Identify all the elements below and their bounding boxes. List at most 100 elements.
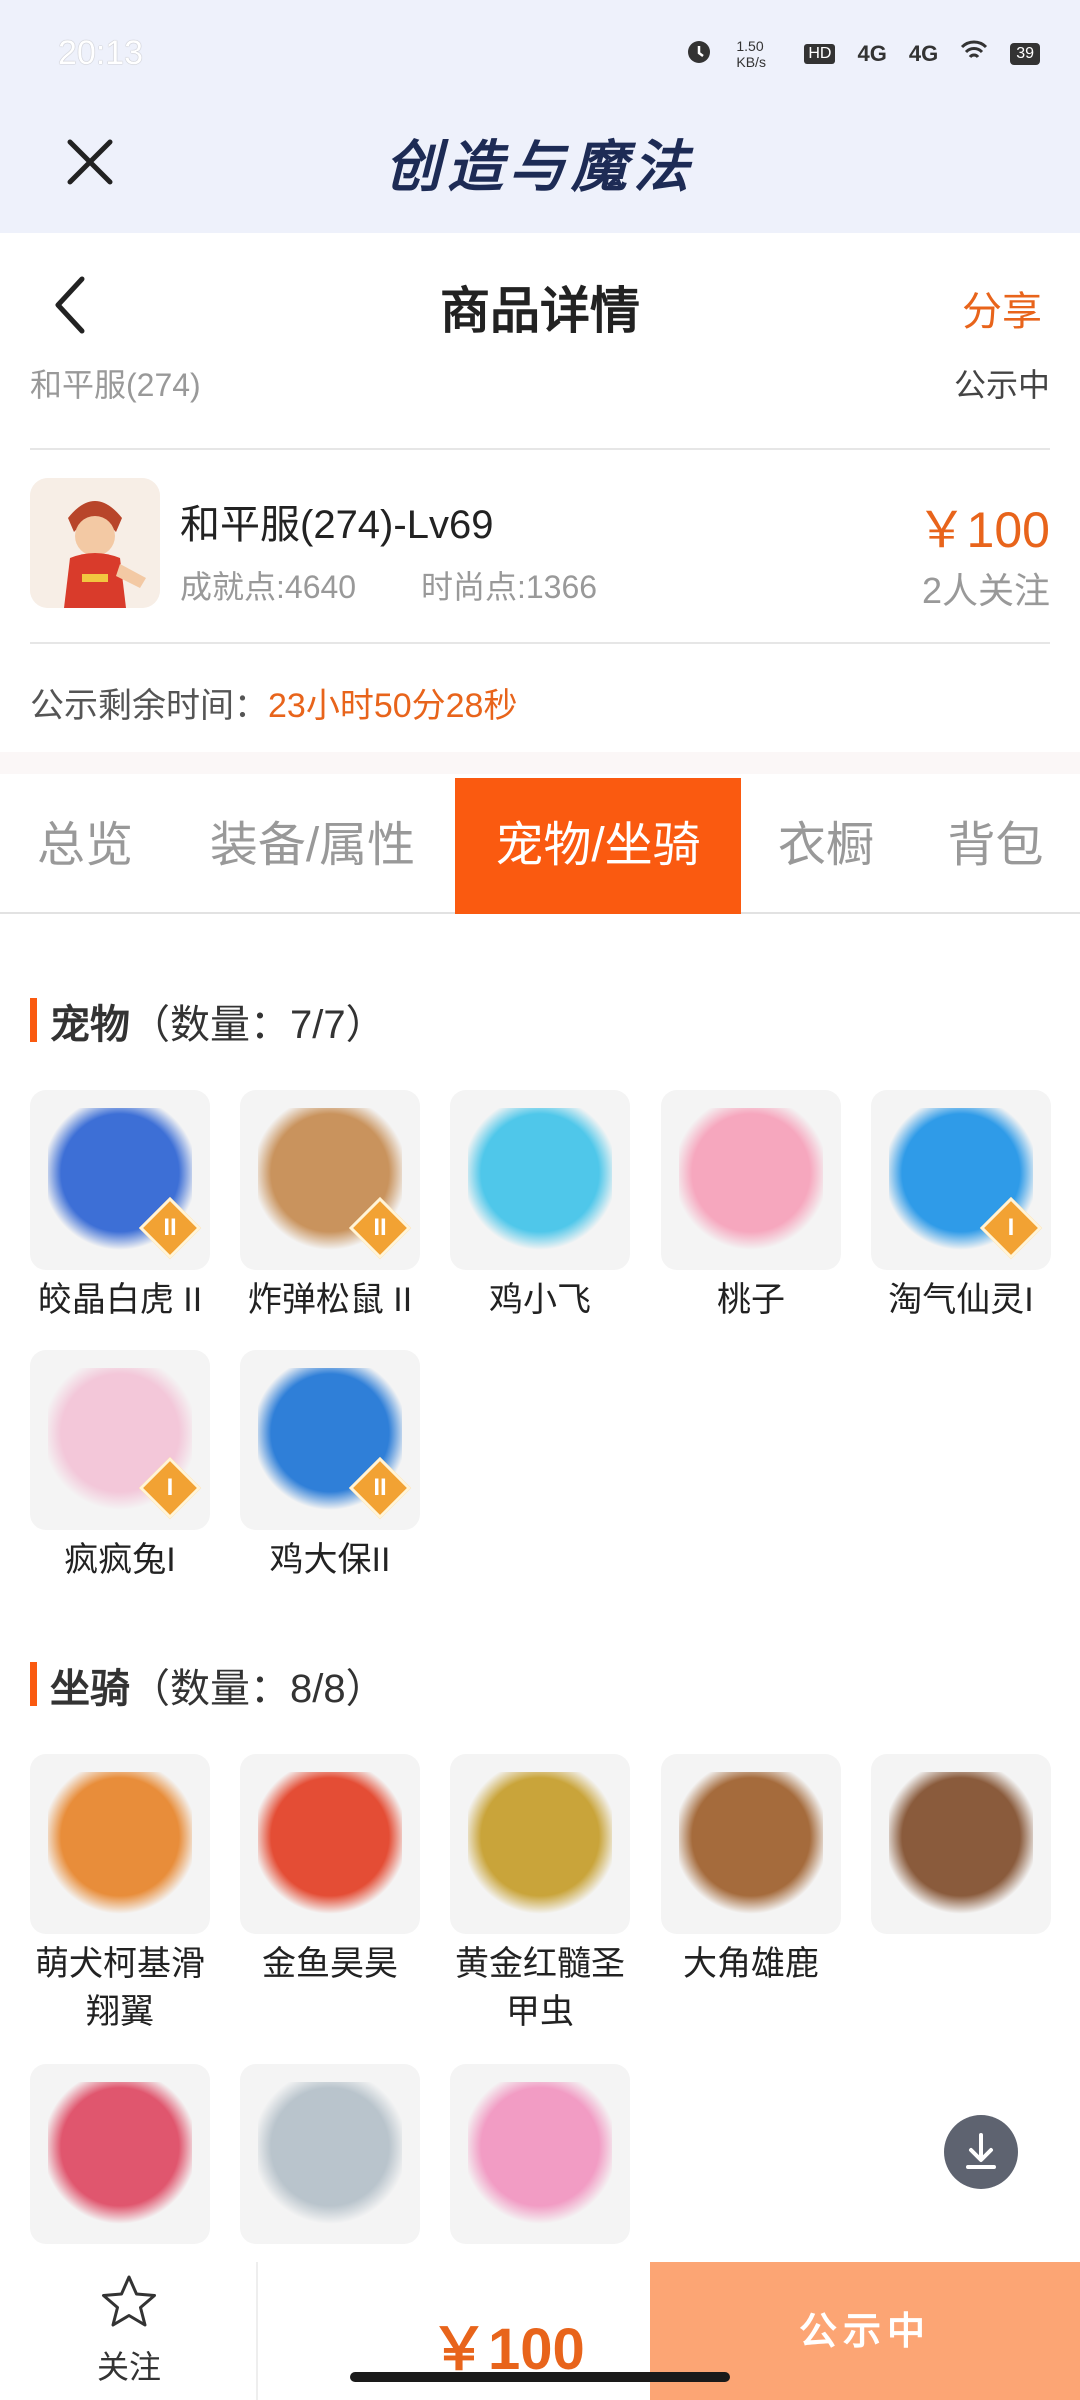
mount-item[interactable] bbox=[871, 1754, 1051, 1940]
net-speed: 1.50 KB/s bbox=[736, 38, 766, 70]
item-card: 和平服(274)-Lv69 成就点:4640 时尚点:1366 ￥100 2人关… bbox=[0, 452, 1080, 640]
grade-badge-label: II bbox=[163, 1214, 177, 1241]
pet-name: 炸弹松鼠 II bbox=[247, 1281, 413, 1319]
app-title: 创造与魔法 bbox=[385, 134, 695, 200]
item-name: 和平服(274)-Lv69 bbox=[180, 503, 494, 547]
mount-name: 黄金红髓圣甲虫 bbox=[455, 1945, 625, 2031]
server-row: 和平服(274) 公示中 bbox=[30, 360, 1050, 410]
status-time: 20:13 bbox=[58, 34, 144, 72]
pet-item[interactable]: II 炸弹松鼠 II bbox=[240, 1090, 420, 1324]
grade-badge-label: I bbox=[1007, 1214, 1015, 1241]
status-bar: 20:13 1.50 KB/s HD 4G 4G 39 bbox=[0, 0, 1080, 110]
mounts-section-title: 坐骑（数量：8/8） bbox=[30, 1656, 386, 1714]
follow-count: 2人关注 bbox=[921, 570, 1050, 611]
detail-tabs: 总览 装备/属性 宠物/坐骑 衣橱 背包 bbox=[0, 778, 1080, 914]
server-state: 公示中 bbox=[953, 367, 1050, 403]
mount-thumbnail bbox=[240, 2064, 420, 2244]
tab-overview[interactable]: 总览 bbox=[0, 778, 170, 914]
divider bbox=[30, 448, 1050, 450]
mount-thumbnail bbox=[450, 1754, 630, 1934]
pet-thumbnail bbox=[661, 1090, 841, 1270]
signal-4g-1: 4G bbox=[857, 41, 887, 66]
mount-image bbox=[258, 2082, 402, 2226]
remaining-time: 公示剩余时间：23小时50分28秒 bbox=[30, 678, 517, 727]
download-button[interactable] bbox=[944, 2115, 1018, 2189]
section-gap bbox=[0, 752, 1080, 774]
pets-section-title: 宠物（数量：7/7） bbox=[30, 992, 386, 1050]
tab-backpack[interactable]: 背包 bbox=[911, 778, 1080, 914]
download-icon bbox=[966, 2133, 996, 2169]
page-header: 商品详情 分享 bbox=[0, 233, 1080, 368]
star-icon bbox=[102, 2275, 156, 2327]
mount-item[interactable]: 大角雄鹿 bbox=[661, 1754, 841, 1988]
pet-name: 皎晶白虎 II bbox=[37, 1281, 203, 1319]
app-bar: 创造与魔法 bbox=[0, 110, 1080, 233]
mounts-title: 坐骑 bbox=[50, 1667, 130, 1711]
grade-badge-label: II bbox=[373, 1214, 387, 1241]
pet-item[interactable]: I 淘气仙灵I bbox=[871, 1090, 1051, 1324]
remaining-label: 公示剩余时间： bbox=[30, 687, 268, 725]
pet-name: 鸡大保II bbox=[269, 1541, 391, 1579]
follow-button[interactable]: 关注 bbox=[0, 2262, 258, 2400]
pet-item[interactable]: 桃子 bbox=[661, 1090, 841, 1324]
mount-thumbnail bbox=[661, 1754, 841, 1934]
remaining-value: 23小时50分28秒 bbox=[268, 687, 518, 725]
status-icons: 1.50 KB/s HD 4G 4G 39 bbox=[684, 36, 1040, 72]
mount-name: 金鱼昊昊 bbox=[262, 1945, 398, 1983]
mount-thumbnail bbox=[450, 2064, 630, 2244]
pet-image bbox=[679, 1108, 823, 1252]
pet-thumbnail bbox=[450, 1090, 630, 1270]
mount-image bbox=[48, 2082, 192, 2226]
mount-image bbox=[468, 2082, 612, 2226]
pet-name: 桃子 bbox=[717, 1281, 785, 1319]
mount-item[interactable] bbox=[30, 2064, 210, 2250]
pet-name: 疯疯兔I bbox=[64, 1541, 176, 1579]
mount-item[interactable] bbox=[450, 2064, 630, 2250]
pet-image bbox=[468, 1108, 612, 1252]
pet-thumbnail: II bbox=[240, 1090, 420, 1270]
page-title: 商品详情 bbox=[440, 283, 640, 339]
alarm-icon bbox=[684, 36, 714, 72]
mount-item[interactable]: 萌犬柯基滑翔翼 bbox=[30, 1754, 210, 2036]
tab-wardrobe[interactable]: 衣橱 bbox=[741, 778, 911, 914]
item-price: ￥100 bbox=[916, 502, 1050, 558]
mount-image bbox=[48, 1772, 192, 1916]
pet-thumbnail: II bbox=[240, 1350, 420, 1530]
mount-thumbnail bbox=[30, 1754, 210, 1934]
mount-image bbox=[468, 1772, 612, 1916]
battery-icon: 39 bbox=[1010, 43, 1040, 65]
mount-image bbox=[889, 1772, 1033, 1916]
grade-badge-label: I bbox=[166, 1474, 174, 1501]
pets-title: 宠物 bbox=[50, 1003, 130, 1047]
pet-item[interactable]: II 鸡大保II bbox=[240, 1350, 420, 1584]
mount-image bbox=[679, 1772, 823, 1916]
share-button[interactable]: 分享 bbox=[962, 279, 1042, 337]
fashion-points: 时尚点:1366 bbox=[420, 569, 598, 605]
pet-thumbnail: II bbox=[30, 1090, 210, 1270]
mount-item[interactable] bbox=[240, 2064, 420, 2250]
grade-badge-label: II bbox=[373, 1474, 387, 1501]
pet-name: 淘气仙灵I bbox=[888, 1281, 1034, 1319]
pet-item[interactable]: 鸡小飞 bbox=[450, 1090, 630, 1324]
mount-name: 大角雄鹿 bbox=[683, 1945, 819, 1983]
pets-count: （数量：7/7） bbox=[130, 1003, 386, 1047]
mount-thumbnail bbox=[30, 2064, 210, 2244]
pet-thumbnail: I bbox=[30, 1350, 210, 1530]
tab-pets-mounts[interactable]: 宠物/坐骑 bbox=[455, 778, 741, 914]
tab-equipment[interactable]: 装备/属性 bbox=[170, 778, 455, 914]
hd-icon: HD bbox=[804, 44, 836, 64]
pet-item[interactable]: II 皎晶白虎 II bbox=[30, 1090, 210, 1324]
server-name: 和平服(274) bbox=[30, 367, 201, 403]
wifi-icon bbox=[960, 39, 988, 69]
home-indicator bbox=[350, 2372, 730, 2382]
mount-item[interactable]: 金鱼昊昊 bbox=[240, 1754, 420, 1988]
achievement-points: 成就点:4640 bbox=[180, 569, 357, 605]
mount-thumbnail bbox=[871, 1754, 1051, 1934]
mount-item[interactable]: 黄金红髓圣甲虫 bbox=[450, 1754, 630, 2036]
mount-thumbnail bbox=[240, 1754, 420, 1934]
pet-item[interactable]: I 疯疯兔I bbox=[30, 1350, 210, 1584]
signal-4g-2: 4G bbox=[908, 41, 939, 66]
mount-image bbox=[258, 1772, 402, 1916]
mounts-count: （数量：8/8） bbox=[130, 1667, 386, 1711]
divider bbox=[30, 642, 1050, 644]
